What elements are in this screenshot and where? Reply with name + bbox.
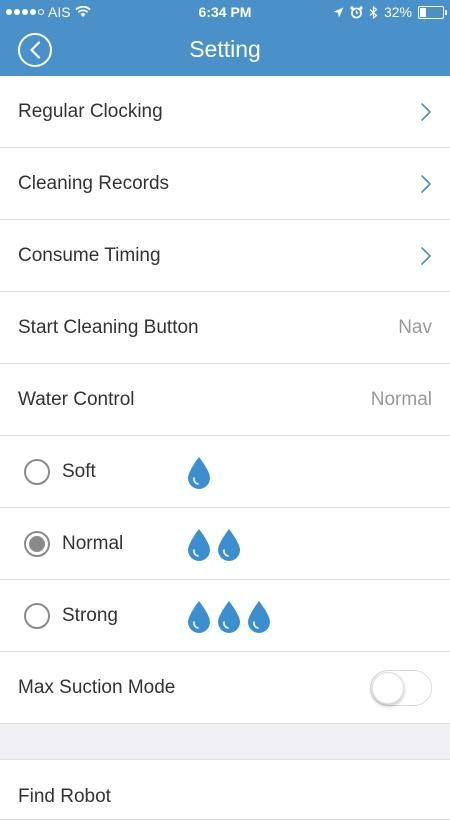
max-suction-toggle[interactable] xyxy=(370,669,432,706)
regular-clocking-row[interactable]: Regular Clocking xyxy=(0,76,450,148)
start-cleaning-button-value: Nav xyxy=(398,316,432,338)
status-bar: AIS 6:34 PM 32% xyxy=(0,0,450,24)
cleaning-records-label: Cleaning Records xyxy=(18,172,170,194)
water-drop-icon xyxy=(218,601,240,633)
chevron-right-icon xyxy=(421,247,431,265)
water-control-label: Water Control xyxy=(18,388,135,410)
water-control-row: Water Control Normal xyxy=(0,364,450,436)
consume-timing-row[interactable]: Consume Timing xyxy=(0,220,450,292)
water-drops xyxy=(186,600,272,634)
option-label: Soft xyxy=(62,460,96,482)
section-divider xyxy=(0,724,450,760)
nav-bar: Setting xyxy=(0,24,450,76)
alarm-icon xyxy=(350,5,363,18)
chevron-right-icon xyxy=(421,103,431,121)
battery-icon xyxy=(418,5,447,19)
bluetooth-icon xyxy=(369,5,378,19)
water-option-strong[interactable]: Strong xyxy=(0,580,450,652)
option-label: Strong xyxy=(62,604,118,626)
find-robot-row[interactable]: Find Robot xyxy=(0,760,450,820)
settings-list: Regular Clocking Cleaning Records Consum… xyxy=(0,76,450,820)
start-cleaning-button-row[interactable]: Start Cleaning Button Nav xyxy=(0,292,450,364)
water-drop-icon xyxy=(188,529,210,561)
water-drop-icon xyxy=(188,601,210,633)
chevron-right-icon xyxy=(421,175,431,193)
max-suction-row: Max Suction Mode xyxy=(0,652,450,724)
consume-timing-label: Consume Timing xyxy=(18,244,161,266)
find-robot-label: Find Robot xyxy=(18,786,111,807)
water-option-normal[interactable]: Normal xyxy=(0,508,450,580)
status-right: 32% xyxy=(333,4,447,20)
max-suction-label: Max Suction Mode xyxy=(18,676,176,698)
battery-percent: 32% xyxy=(383,4,412,20)
location-arrow-icon xyxy=(333,7,344,17)
water-drop-icon xyxy=(248,601,270,633)
radio-button[interactable] xyxy=(24,530,50,557)
radio-button[interactable] xyxy=(24,602,50,629)
water-drops xyxy=(186,456,212,490)
toggle-knob xyxy=(372,671,404,704)
page-title: Setting xyxy=(189,36,261,62)
water-drop-icon xyxy=(188,457,210,489)
water-drops xyxy=(186,528,242,562)
cleaning-records-row[interactable]: Cleaning Records xyxy=(0,148,450,220)
radio-button[interactable] xyxy=(24,458,50,485)
option-label: Normal xyxy=(62,532,124,554)
water-drop-icon xyxy=(218,529,240,561)
start-cleaning-button-label: Start Cleaning Button xyxy=(18,316,199,338)
water-option-soft[interactable]: Soft xyxy=(0,436,450,508)
regular-clocking-label: Regular Clocking xyxy=(18,100,163,122)
water-control-value: Normal xyxy=(370,388,432,410)
